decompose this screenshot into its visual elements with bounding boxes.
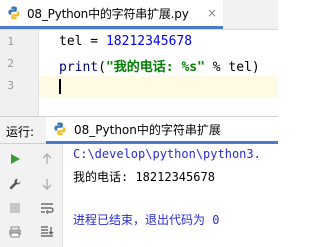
console-output[interactable]: C:\develop\python\python3. 我的电话: 1821234… bbox=[63, 144, 278, 247]
console-program-output: 我的电话: 18212345678 bbox=[73, 170, 215, 184]
code-editor[interactable]: tel = 18212345678 print("我的电话: %s" % tel… bbox=[39, 30, 278, 116]
current-line-highlight bbox=[39, 76, 278, 98]
console-exit-message: 进程已结束，退出代码为 0 bbox=[73, 213, 220, 227]
editor-tab-title: 08_Python中的字符串扩展.py bbox=[27, 6, 189, 21]
line-number: 3 bbox=[7, 79, 14, 92]
code-variable: tel bbox=[59, 34, 83, 49]
editor-tab-bar: 08_Python中的字符串扩展.py × bbox=[0, 0, 278, 30]
python-file-icon bbox=[8, 6, 20, 20]
line-number-gutter: 1 2 3 bbox=[0, 30, 39, 116]
code-number-literal: 18212345678 bbox=[105, 34, 193, 49]
code-expression: % tel) bbox=[204, 60, 260, 75]
run-toolbar bbox=[0, 144, 63, 247]
up-arrow-icon[interactable] bbox=[38, 150, 56, 168]
code-paren: ( bbox=[98, 60, 106, 75]
code-line-1: tel = 18212345678 bbox=[59, 34, 192, 49]
close-icon[interactable]: × bbox=[207, 6, 217, 20]
line-number: 1 bbox=[7, 35, 14, 48]
run-panel-label: 运行: bbox=[6, 125, 35, 139]
soft-wrap-icon[interactable] bbox=[38, 199, 56, 217]
run-icon[interactable] bbox=[6, 150, 24, 168]
code-function-name: print bbox=[59, 60, 99, 75]
text-caret bbox=[59, 79, 61, 94]
wrench-icon[interactable] bbox=[6, 175, 24, 193]
run-config-tab[interactable]: 08_Python中的字符串扩展 bbox=[46, 117, 278, 144]
ide-window: 08_Python中的字符串扩展.py × 1 2 3 tel = 182123… bbox=[0, 0, 278, 247]
run-tab-title: 08_Python中的字符串扩展 bbox=[74, 122, 221, 137]
line-number: 2 bbox=[7, 57, 14, 70]
code-operator: = bbox=[82, 34, 106, 49]
scroll-to-end-icon[interactable] bbox=[38, 223, 56, 241]
run-panel-header: 运行: 08_Python中的字符串扩展 bbox=[0, 116, 278, 144]
code-line-2: print("我的电话: %s" % tel) bbox=[59, 56, 260, 75]
console-interpreter-path: C:\develop\python\python3. bbox=[73, 147, 261, 161]
down-arrow-icon[interactable] bbox=[38, 175, 56, 193]
stop-icon[interactable] bbox=[6, 199, 24, 217]
print-icon[interactable] bbox=[6, 223, 24, 241]
code-string-literal: "我的电话: %s" bbox=[105, 60, 205, 75]
python-run-config-icon bbox=[54, 122, 66, 136]
editor-tab[interactable]: 08_Python中的字符串扩展.py × bbox=[0, 0, 223, 29]
